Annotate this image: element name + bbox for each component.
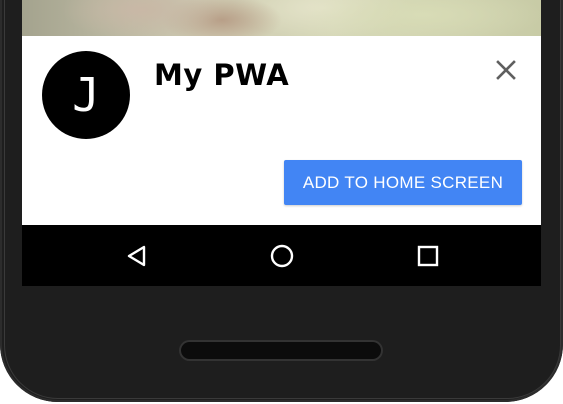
- home-button[interactable]: [269, 243, 295, 269]
- add-to-home-banner: J My PWA ADD TO HOME SCREEN: [22, 36, 541, 225]
- recents-square-icon: [417, 245, 439, 267]
- app-icon-letter: J: [72, 68, 100, 122]
- android-navigation-bar: [22, 225, 541, 286]
- close-icon: [496, 60, 516, 80]
- home-circle-icon: [270, 244, 294, 268]
- background-photo: [22, 0, 541, 36]
- app-icon: J: [42, 51, 130, 139]
- close-button[interactable]: [492, 56, 520, 84]
- recents-button[interactable]: [415, 243, 441, 269]
- add-to-home-screen-button[interactable]: ADD TO HOME SCREEN: [284, 160, 522, 205]
- phone-speaker-grille: [181, 342, 381, 359]
- back-button[interactable]: [124, 243, 150, 269]
- app-name: My PWA: [154, 58, 290, 92]
- back-triangle-icon: [127, 245, 146, 267]
- device-screen: J My PWA ADD TO HOME SCREEN: [22, 0, 541, 286]
